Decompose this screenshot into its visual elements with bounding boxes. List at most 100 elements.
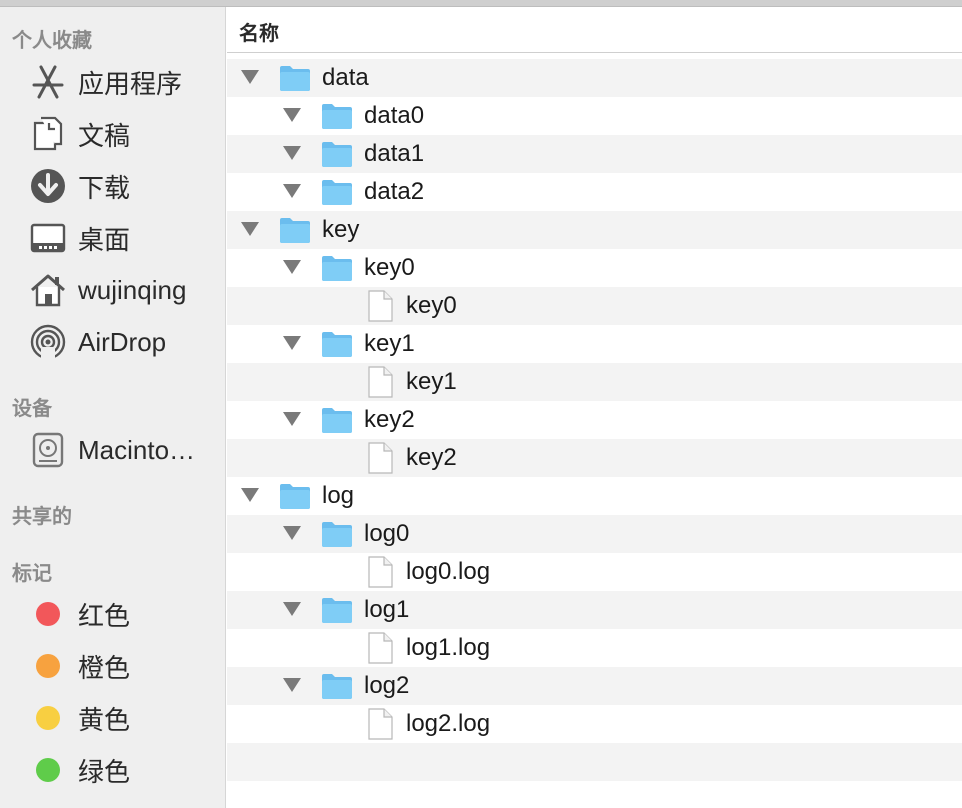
item-name: log2 xyxy=(364,672,410,699)
file-icon xyxy=(367,556,399,588)
sidebar-item-tag-green[interactable]: 绿色 xyxy=(0,746,225,794)
sidebar-item-label: 红色 xyxy=(78,600,131,631)
sidebar-item-tag-red[interactable]: 红色 xyxy=(0,590,225,638)
item-name: key1 xyxy=(364,330,415,357)
sidebar-item-label: 桌面 xyxy=(78,224,131,255)
red-tag-dot-icon xyxy=(28,594,68,634)
file-tree: data data0 data1 data2 key key0 key0 key1 key1 ke… xyxy=(227,59,962,781)
file-row[interactable]: log0.log xyxy=(227,553,962,591)
yellow-tag-dot-icon xyxy=(28,698,68,738)
folder-row[interactable]: log0 xyxy=(227,515,962,553)
devices-section-title: 设备 xyxy=(12,398,52,420)
item-name: key0 xyxy=(406,292,457,319)
folder-row[interactable]: log xyxy=(227,477,962,515)
folder-icon xyxy=(279,216,311,244)
tag-color-dot xyxy=(36,706,60,730)
folder-icon xyxy=(321,254,353,282)
item-name: data1 xyxy=(364,140,425,167)
item-name: key2 xyxy=(364,406,415,433)
tag-color-dot xyxy=(36,758,60,782)
sidebar-item-airdrop[interactable]: AirDrop xyxy=(0,318,225,366)
file-row[interactable]: log1.log xyxy=(227,629,962,667)
file-icon xyxy=(367,632,399,664)
disclosure-triangle-icon[interactable] xyxy=(283,146,301,160)
folder-row[interactable]: key0 xyxy=(227,249,962,287)
file-icon xyxy=(367,366,399,398)
folder-icon xyxy=(321,140,353,168)
documents-icon xyxy=(28,114,68,154)
tag-color-dot xyxy=(36,602,60,626)
folder-icon xyxy=(321,520,353,548)
folder-row[interactable]: key xyxy=(227,211,962,249)
folder-icon xyxy=(321,178,353,206)
item-name: key1 xyxy=(406,368,457,395)
folder-row[interactable]: data0 xyxy=(227,97,962,135)
airdrop-icon xyxy=(28,322,68,362)
disclosure-triangle-icon[interactable] xyxy=(283,108,301,122)
disclosure-triangle-icon[interactable] xyxy=(241,222,259,236)
item-name: log1 xyxy=(364,596,410,623)
favorites-section-title: 个人收藏 xyxy=(12,30,92,52)
sidebar-item-downloads[interactable]: 下载 xyxy=(0,162,225,210)
sidebar-item-home[interactable]: wujinqing xyxy=(0,266,225,314)
folder-icon xyxy=(321,330,353,358)
disclosure-triangle-icon[interactable] xyxy=(283,184,301,198)
folder-icon xyxy=(279,482,311,510)
file-icon xyxy=(367,442,399,474)
sidebar-item-label: AirDrop xyxy=(78,326,167,357)
item-name: log0.log xyxy=(406,558,491,585)
sidebar-item-desktop[interactable]: 桌面 xyxy=(0,214,225,262)
sidebar-item-tag-orange[interactable]: 橙色 xyxy=(0,642,225,690)
folder-icon xyxy=(321,672,353,700)
sidebar-item-macintosh-hd[interactable]: Macinto… xyxy=(0,426,225,474)
disclosure-triangle-icon[interactable] xyxy=(283,602,301,616)
name-column-header-label: 名称 xyxy=(239,23,279,45)
empty-row xyxy=(227,743,962,781)
item-name: key0 xyxy=(364,254,415,281)
sidebar-item-label: 绿色 xyxy=(78,756,131,787)
disclosure-triangle-icon[interactable] xyxy=(241,488,259,502)
disclosure-triangle-icon[interactable] xyxy=(241,70,259,84)
folder-icon xyxy=(321,596,353,624)
folder-row[interactable]: data xyxy=(227,59,962,97)
file-icon xyxy=(367,290,399,322)
folder-row[interactable]: log2 xyxy=(227,667,962,705)
tag-color-dot xyxy=(36,654,60,678)
hard-drive-icon xyxy=(28,430,68,470)
folder-row[interactable]: data1 xyxy=(227,135,962,173)
file-row[interactable]: key0 xyxy=(227,287,962,325)
sidebar-item-documents[interactable]: 文稿 xyxy=(0,110,225,158)
sidebar-item-applications[interactable]: 应用程序 xyxy=(0,58,225,106)
sidebar-item-label: 下载 xyxy=(78,172,131,203)
green-tag-dot-icon xyxy=(28,750,68,790)
folder-row[interactable]: key1 xyxy=(227,325,962,363)
downloads-icon xyxy=(28,166,68,206)
window-top-edge xyxy=(0,0,962,7)
file-list-view: 名称 data data0 data1 data2 key key0 key0 key1 key… xyxy=(227,7,962,808)
file-row[interactable]: key1 xyxy=(227,363,962,401)
desktop-icon xyxy=(28,218,68,258)
disclosure-triangle-icon[interactable] xyxy=(283,260,301,274)
folder-icon xyxy=(321,406,353,434)
folder-icon xyxy=(279,64,311,92)
folder-icon xyxy=(321,102,353,130)
home-icon xyxy=(28,270,68,310)
sidebar-item-label: Macinto… xyxy=(78,434,196,465)
folder-row[interactable]: log1 xyxy=(227,591,962,629)
name-column-header[interactable]: 名称 xyxy=(227,7,962,53)
sidebar: 个人收藏 应用程序 文稿 下载 桌面 wujinqing AirDrop 设备 … xyxy=(0,7,226,808)
item-name: log xyxy=(322,482,355,509)
folder-row[interactable]: data2 xyxy=(227,173,962,211)
file-row[interactable]: key2 xyxy=(227,439,962,477)
sidebar-item-label: wujinqing xyxy=(78,274,187,305)
folder-row[interactable]: key2 xyxy=(227,401,962,439)
applications-icon xyxy=(28,62,68,102)
sidebar-item-tag-yellow[interactable]: 黄色 xyxy=(0,694,225,742)
disclosure-triangle-icon[interactable] xyxy=(283,678,301,692)
disclosure-triangle-icon[interactable] xyxy=(283,526,301,540)
item-name: key2 xyxy=(406,444,457,471)
item-name: key xyxy=(322,216,360,243)
file-row[interactable]: log2.log xyxy=(227,705,962,743)
disclosure-triangle-icon[interactable] xyxy=(283,412,301,426)
disclosure-triangle-icon[interactable] xyxy=(283,336,301,350)
